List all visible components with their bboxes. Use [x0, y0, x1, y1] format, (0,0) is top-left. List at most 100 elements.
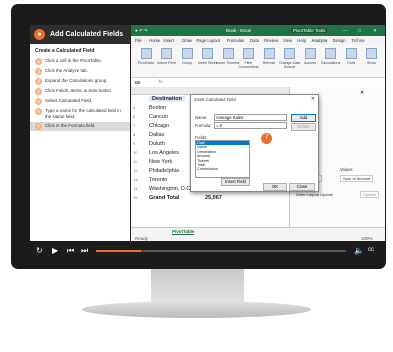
step-item[interactable]: 6 Type a name for the calculated field in…	[30, 107, 130, 121]
pivot-row-label[interactable]: Los Angeles	[149, 150, 179, 156]
delete-button[interactable]: Delete	[291, 123, 316, 131]
tab-page-layout[interactable]: Page Layout	[196, 38, 220, 43]
step-item[interactable]: 3 Expand the Calculations group.	[30, 77, 130, 86]
ribbon-button-icon	[304, 48, 316, 59]
add-button[interactable]: Add	[291, 114, 316, 122]
step-item[interactable]: 7 Click in the Formula field.	[30, 122, 130, 131]
ribbon-label: Change Data Source	[278, 61, 301, 69]
pivot-row-value[interactable]: 25,067	[205, 195, 222, 201]
ribbon-button-icon	[222, 48, 234, 59]
pivot-row-label[interactable]: Grand Total	[149, 195, 179, 201]
task-heading: Create a Calculated Field	[35, 48, 95, 54]
row-number: 7	[133, 123, 136, 128]
step-number: 6	[35, 108, 42, 115]
sheet-tab[interactable]: PivotTable	[172, 229, 195, 235]
seek-bar[interactable]	[96, 250, 346, 252]
pivot-row-label[interactable]: New York	[149, 159, 172, 165]
tab-data[interactable]: Data	[250, 38, 259, 43]
insert-field-button[interactable]: Insert Field	[221, 178, 250, 186]
tab-help[interactable]: Help	[297, 38, 306, 43]
step-number: 3	[35, 78, 42, 85]
replay-icon[interactable]: ↻	[36, 246, 43, 255]
ribbon-button-icon	[181, 48, 193, 59]
row-number: 15	[133, 195, 138, 200]
formula-field[interactable]: = 0	[214, 122, 287, 129]
tab-tell-me[interactable]: Tell me	[351, 38, 364, 43]
ok-button[interactable]: OK	[263, 183, 287, 191]
step-marker: 7	[261, 133, 272, 144]
row-number: 8	[133, 132, 136, 137]
excel-titlebar: ● ↶ ↷ Book - Excel PivotTable Tools — □ …	[131, 25, 385, 36]
step-text: Type a name for the calculated field in …	[45, 108, 121, 119]
pivot-row-label[interactable]: Dallas	[149, 132, 164, 138]
pivot-row-label[interactable]: Toronto	[149, 177, 167, 183]
close-button[interactable]: Close	[289, 183, 315, 191]
monitor-frame: ● Add Calculated Fields Create a Calcula…	[11, 4, 386, 269]
minimize-icon[interactable]: —	[343, 28, 348, 33]
screen: ● Add Calculated Fields Create a Calcula…	[30, 25, 385, 261]
step-list: 1 Click a cell in the PivotTable. 2 Click t…	[30, 57, 130, 131]
ribbon-label: Actions	[304, 61, 316, 65]
seek-progress	[96, 250, 141, 252]
next-icon[interactable]: ⏭	[81, 246, 88, 256]
ribbon: PivotTable Active Field Group Insert Slicer…	[131, 45, 385, 78]
fx-icon: fx	[159, 79, 163, 84]
row-label-header[interactable]: Destination	[149, 96, 185, 102]
tab-formulas[interactable]: Formulas	[227, 38, 244, 43]
tab-insert[interactable]: Insert	[163, 38, 173, 43]
tab-analyze[interactable]: Analyze	[312, 38, 328, 43]
step-item[interactable]: 5 Select Calculated Field.	[30, 97, 130, 106]
row-number: 13	[133, 177, 138, 182]
ribbon-button-icon	[161, 48, 172, 59]
ribbon-label: Tools	[346, 61, 356, 65]
autosave-icon[interactable]: ● ↶ ↷	[135, 28, 148, 34]
fields-list[interactable]: Date Name Destination Amount Tickets Total Com…	[195, 140, 250, 178]
ribbon-button-icon	[243, 48, 254, 59]
play-icon[interactable]: ▶	[52, 246, 58, 255]
name-label: Name:	[195, 115, 208, 120]
ribbon-show[interactable]: Show	[360, 48, 384, 65]
tab-draw[interactable]: Draw	[182, 38, 192, 43]
volume-icon[interactable]: 🔈	[354, 246, 364, 255]
ribbon-button-icon	[325, 48, 336, 59]
excel-window: ● ↶ ↷ Book - Excel PivotTable Tools — □ …	[131, 25, 385, 242]
tab-file[interactable]: File	[135, 38, 142, 43]
step-item[interactable]: 1 Click a cell in the PivotTable.	[30, 57, 130, 66]
close-icon[interactable]: ✕	[373, 28, 377, 34]
dialog-close-icon[interactable]: ✕	[311, 96, 315, 102]
step-text: Click a cell in the PivotTable.	[45, 58, 103, 63]
name-field[interactable]: Average Sales	[214, 114, 287, 121]
tab-design[interactable]: Design	[333, 38, 346, 43]
row-number: 9	[133, 141, 136, 146]
field-list-item[interactable]: Commission	[196, 167, 249, 171]
ribbon-label: Refresh	[262, 61, 276, 65]
row-number: 10	[133, 150, 138, 155]
step-number: 1	[35, 58, 42, 65]
pivot-row-label[interactable]: Philadelphia	[149, 168, 179, 174]
tab-review[interactable]: Review	[264, 38, 278, 43]
sheet-bar: PivotTable Ready 100%	[131, 227, 385, 242]
pivot-row-label[interactable]: Boston	[149, 105, 166, 111]
step-item[interactable]: 4 Click Fields, Items, & Sets button.	[30, 87, 130, 96]
previous-icon[interactable]: ⏮	[67, 246, 74, 256]
name-box[interactable]: B5	[135, 80, 141, 85]
step-item[interactable]: 2 Click the Analyze tab.	[30, 67, 130, 76]
formula-label: Formula:	[195, 123, 212, 128]
pane-close-icon[interactable]: ✕	[360, 90, 364, 96]
captions-button[interactable]: cc	[368, 247, 374, 253]
ribbon-button-icon	[284, 48, 295, 59]
pivot-row-label[interactable]: Washington, D.C.	[149, 186, 192, 192]
tab-home[interactable]: Home	[149, 38, 160, 43]
pivot-row-label[interactable]: Duluth	[149, 141, 165, 147]
values-field-chip[interactable]: Sum of Amount	[340, 175, 374, 182]
pivot-row-label[interactable]: Chicago	[149, 123, 169, 129]
update-button[interactable]: Update	[360, 191, 379, 198]
ribbon-label: Show	[367, 61, 376, 65]
pivot-row-label[interactable]: Cancun	[149, 114, 168, 120]
tab-view[interactable]: View	[283, 38, 292, 43]
defer-update-checkbox[interactable]: Defer Layout Update	[296, 192, 333, 197]
step-text: Select Calculated Field.	[45, 98, 93, 103]
ribbon-button-icon	[202, 48, 213, 59]
monitor-stand-base	[82, 301, 311, 318]
maximize-icon[interactable]: □	[358, 28, 361, 33]
